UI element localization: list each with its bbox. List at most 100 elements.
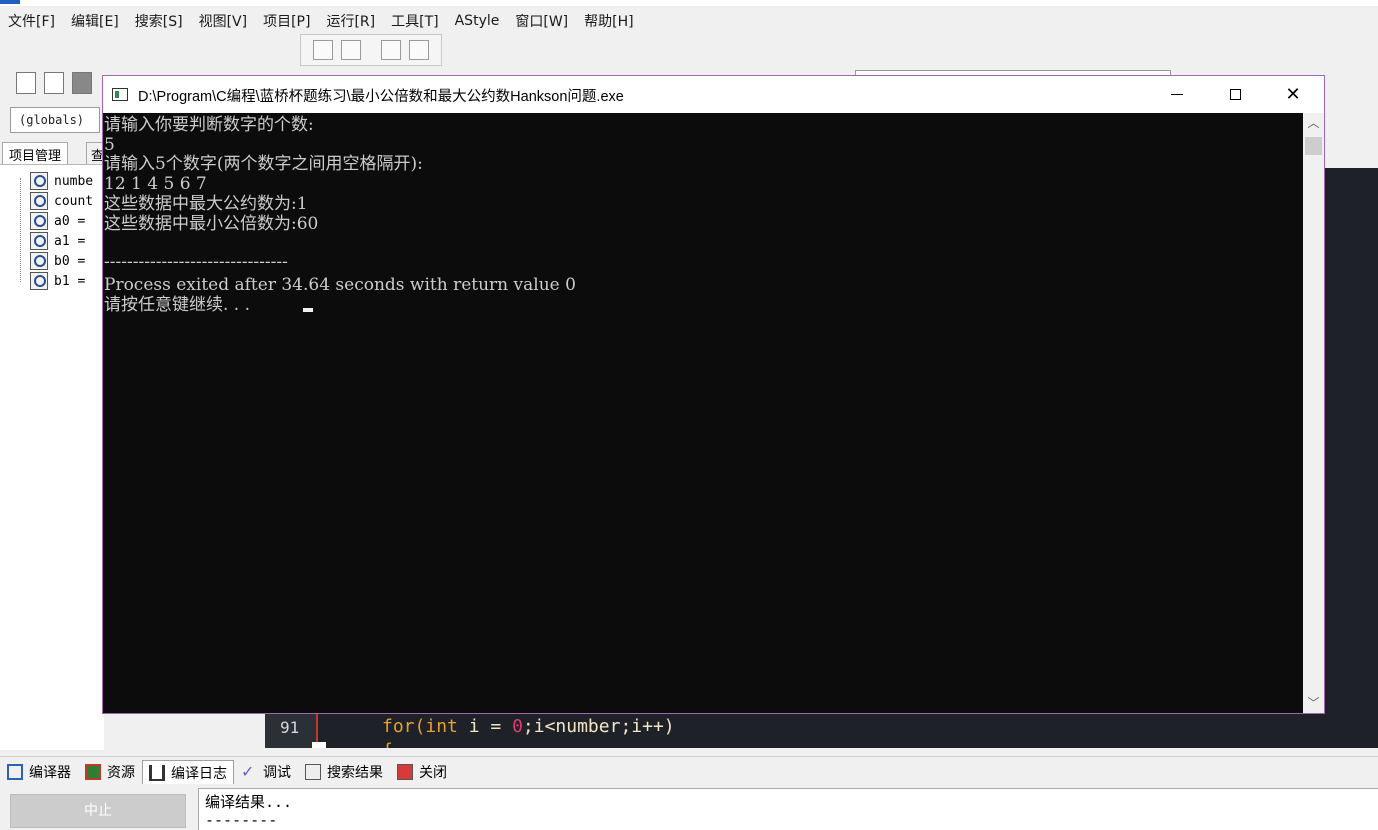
save-icon[interactable] <box>72 72 92 94</box>
code-rest: ;i<number;i++) <box>522 716 675 737</box>
code-next-line: { <box>382 740 393 748</box>
ide-titlebar <box>0 0 1378 6</box>
close-icon <box>397 764 413 780</box>
console-line: 请输入5个数字(两个数字之间用空格隔开): <box>104 154 423 174</box>
tab-search-results[interactable]: 搜索结果 <box>298 760 390 784</box>
console-line: -------------------------------- <box>104 252 288 272</box>
tab-resources[interactable]: 资源 <box>78 760 142 784</box>
menu-file[interactable]: 文件[F] <box>0 11 63 31</box>
debug-toolbar <box>300 34 442 66</box>
tree-item-label: numbe <box>54 173 94 189</box>
menu-window[interactable]: 窗口[W] <box>507 11 576 31</box>
search-icon <box>305 764 321 780</box>
menu-astyle[interactable]: AStyle <box>447 13 508 29</box>
console-line: 这些数据中最大公约数为:1 <box>104 194 308 214</box>
tree-item-label: count <box>54 193 94 209</box>
console-line: 请输入你要判断数字的个数: <box>104 115 314 135</box>
console-line: 这些数据中最小公倍数为:60 <box>104 214 319 234</box>
console-titlebar[interactable]: D:\Program\C编程\蓝桥杯题练习\最小公倍数和最大公约数Hankson… <box>103 76 1324 113</box>
check-icon: ✓ <box>241 762 255 781</box>
console-scrollbar[interactable]: ︿ ﹀ <box>1303 113 1324 713</box>
scroll-down-icon[interactable]: ﹀ <box>1303 693 1324 713</box>
code-keyword: for( <box>382 716 426 737</box>
globals-combo[interactable]: (globals) <box>10 107 100 133</box>
ide-app-icon <box>0 0 20 4</box>
stop-button[interactable]: 中止 <box>10 794 186 828</box>
resources-icon <box>85 764 101 780</box>
tree-item-a0[interactable]: a0 = <box>30 211 85 231</box>
tree-item-number[interactable]: numbe <box>30 171 93 191</box>
toggle-panel-icon[interactable] <box>381 40 401 60</box>
bookmark-marker <box>312 742 326 748</box>
tree-item-label: a0 = <box>54 213 86 229</box>
menubar: 文件[F] 编辑[E] 搜索[S] 视图[V] 项目[P] 运行[R] 工具[T… <box>0 8 1378 34</box>
scroll-thumb[interactable] <box>1305 137 1322 155</box>
tab-label: 编译器 <box>29 765 71 781</box>
tree-item-b1[interactable]: b1 = <box>30 271 85 291</box>
bottom-tab-strip: 编译器 资源 编译日志 ✓ 调试 搜索结果 关闭 <box>0 756 1378 787</box>
maximize-button[interactable] <box>1206 76 1264 113</box>
console-line: 5 <box>104 135 115 155</box>
tab-project-manager[interactable]: 项目管理 <box>2 142 69 166</box>
tree-item-label: b0 = <box>54 253 86 269</box>
code-line[interactable]: for(int i = 0;i<number;i++) <box>382 716 675 737</box>
compile-log-panel[interactable]: 编译结果... -------- <box>198 788 1378 830</box>
new-file-icon[interactable] <box>16 72 36 94</box>
code-number: 0 <box>512 716 523 737</box>
tree-item-count[interactable]: count <box>30 191 93 211</box>
close-button[interactable]: ✕ <box>1264 76 1322 113</box>
tree-connector <box>20 178 22 282</box>
menu-edit[interactable]: 编辑[E] <box>63 11 127 31</box>
minimize-icon <box>1171 94 1183 95</box>
menu-search[interactable]: 搜索[S] <box>127 11 191 31</box>
tab-compiler[interactable]: 编译器 <box>0 760 78 784</box>
maximize-icon <box>1229 89 1241 100</box>
menu-tools[interactable]: 工具[T] <box>383 11 446 31</box>
find-next-icon[interactable] <box>341 40 361 60</box>
tree-item-a1[interactable]: a1 = <box>30 231 85 251</box>
text-cursor <box>303 308 313 312</box>
console-line: 请按任意键继续. . . <box>104 295 251 315</box>
code-identifier: i = <box>457 716 513 737</box>
tab-label: 资源 <box>107 765 135 781</box>
open-file-icon[interactable] <box>44 72 64 94</box>
variable-icon <box>30 192 48 210</box>
tab-debug[interactable]: ✓ 调试 <box>234 760 298 784</box>
compiler-icon <box>7 764 23 780</box>
goto-icon[interactable] <box>409 40 429 60</box>
tree-item-b0[interactable]: b0 = <box>30 251 85 271</box>
minimize-button[interactable] <box>1148 76 1206 113</box>
tab-label: 关闭 <box>419 765 447 781</box>
console-app-icon <box>112 88 128 101</box>
tab-close[interactable]: 关闭 <box>390 760 454 784</box>
variable-icon <box>30 172 48 190</box>
console-output[interactable]: 请输入你要判断数字的个数: 5 请输入5个数字(两个数字之间用空格隔开): 12… <box>103 113 1303 713</box>
chart-icon <box>149 764 165 781</box>
menu-run[interactable]: 运行[R] <box>318 11 383 31</box>
variable-icon <box>30 252 48 270</box>
console-window[interactable]: D:\Program\C编程\蓝桥杯题练习\最小公倍数和最大公约数Hankson… <box>102 75 1325 714</box>
variable-icon <box>30 212 48 230</box>
variable-icon <box>30 272 48 290</box>
console-title: D:\Program\C编程\蓝桥杯题练习\最小公倍数和最大公约数Hankson… <box>138 89 624 105</box>
tab-label: 调试 <box>263 765 291 781</box>
log-line: 编译结果... <box>205 793 293 811</box>
tree-item-label: a1 = <box>54 233 86 249</box>
code-type: int <box>425 716 458 737</box>
tab-compile-log[interactable]: 编译日志 <box>142 760 234 784</box>
find-icon[interactable] <box>313 40 333 60</box>
console-line: Process exited after 34.64 seconds with … <box>104 275 576 295</box>
tab-label: 编译日志 <box>171 765 227 782</box>
console-line: 12 1 4 5 6 7 <box>104 174 207 194</box>
tree-item-label: b1 = <box>54 273 86 289</box>
menu-project[interactable]: 项目[P] <box>255 11 318 31</box>
log-line: -------- <box>205 811 278 829</box>
menu-view[interactable]: 视图[V] <box>191 11 256 31</box>
scroll-up-icon[interactable]: ︿ <box>1303 113 1324 133</box>
tab-label: 搜索结果 <box>327 765 383 781</box>
variable-icon <box>30 232 48 250</box>
menu-help[interactable]: 帮助[H] <box>576 11 641 31</box>
line-number: 91 <box>280 718 300 737</box>
project-tree-panel: numbe count a0 = a1 = b0 = b1 = <box>0 164 104 750</box>
close-icon: ✕ <box>1285 83 1301 105</box>
